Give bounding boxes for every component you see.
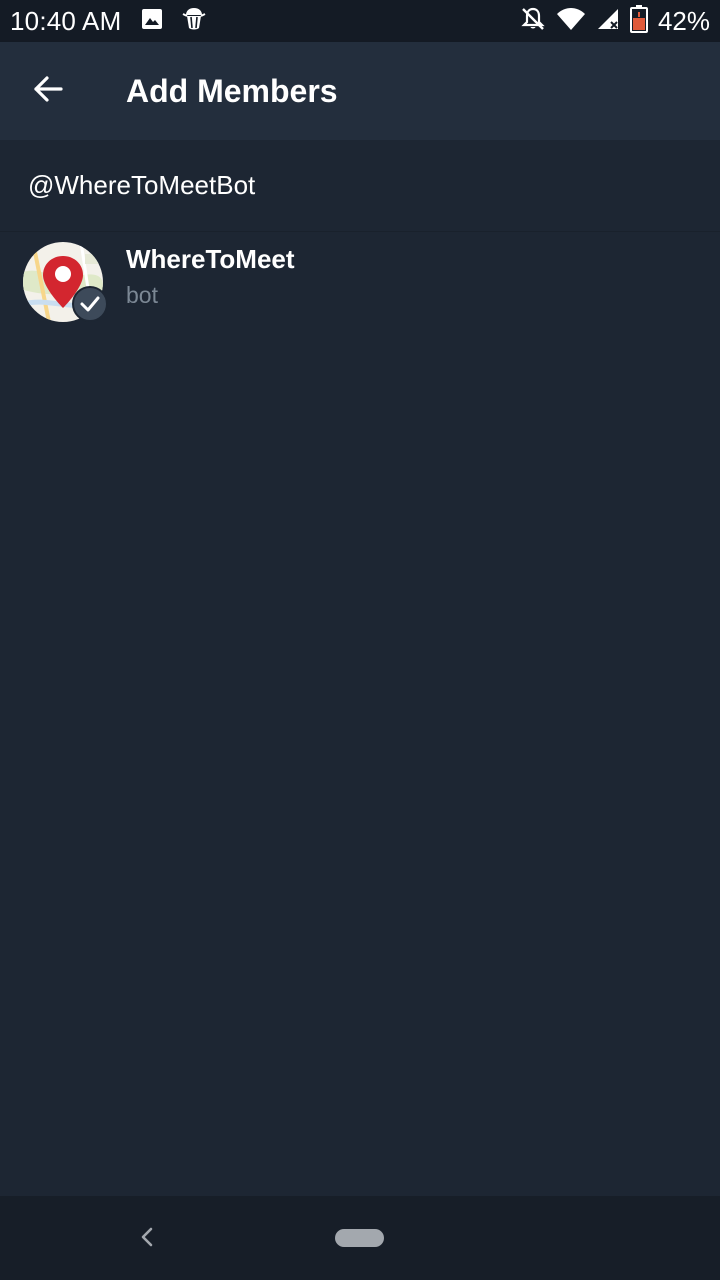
home-pill-icon[interactable] xyxy=(335,1229,384,1247)
status-time: 10:40 AM xyxy=(10,5,122,36)
member-name: WhereToMeet xyxy=(126,244,295,274)
wifi-icon xyxy=(556,7,586,36)
page-title: Add Members xyxy=(126,72,338,109)
selected-check-icon xyxy=(72,286,108,322)
status-bar: 10:40 AM 42% xyxy=(0,0,720,42)
bug-icon xyxy=(181,6,207,37)
notifications-off-icon xyxy=(520,6,546,37)
status-right-icons: 42% xyxy=(520,4,710,38)
members-content: WhereToMeet bot xyxy=(0,140,720,1196)
member-text: WhereToMeet bot xyxy=(126,240,295,312)
back-chevron-icon[interactable] xyxy=(132,1222,162,1252)
member-status: bot xyxy=(126,282,158,308)
member-row[interactable]: WhereToMeet bot xyxy=(0,234,720,334)
search-row xyxy=(0,140,720,232)
back-button[interactable] xyxy=(0,42,96,140)
status-left-icons xyxy=(141,6,207,37)
battery-percent: 42% xyxy=(657,5,710,36)
arrow-left-icon xyxy=(32,73,64,110)
app-bar: Add Members xyxy=(0,42,720,140)
system-nav-bar xyxy=(0,1196,720,1280)
battery-icon xyxy=(629,4,648,38)
search-input[interactable] xyxy=(28,170,668,201)
image-icon xyxy=(141,8,163,35)
cell-signal-icon xyxy=(596,7,620,36)
